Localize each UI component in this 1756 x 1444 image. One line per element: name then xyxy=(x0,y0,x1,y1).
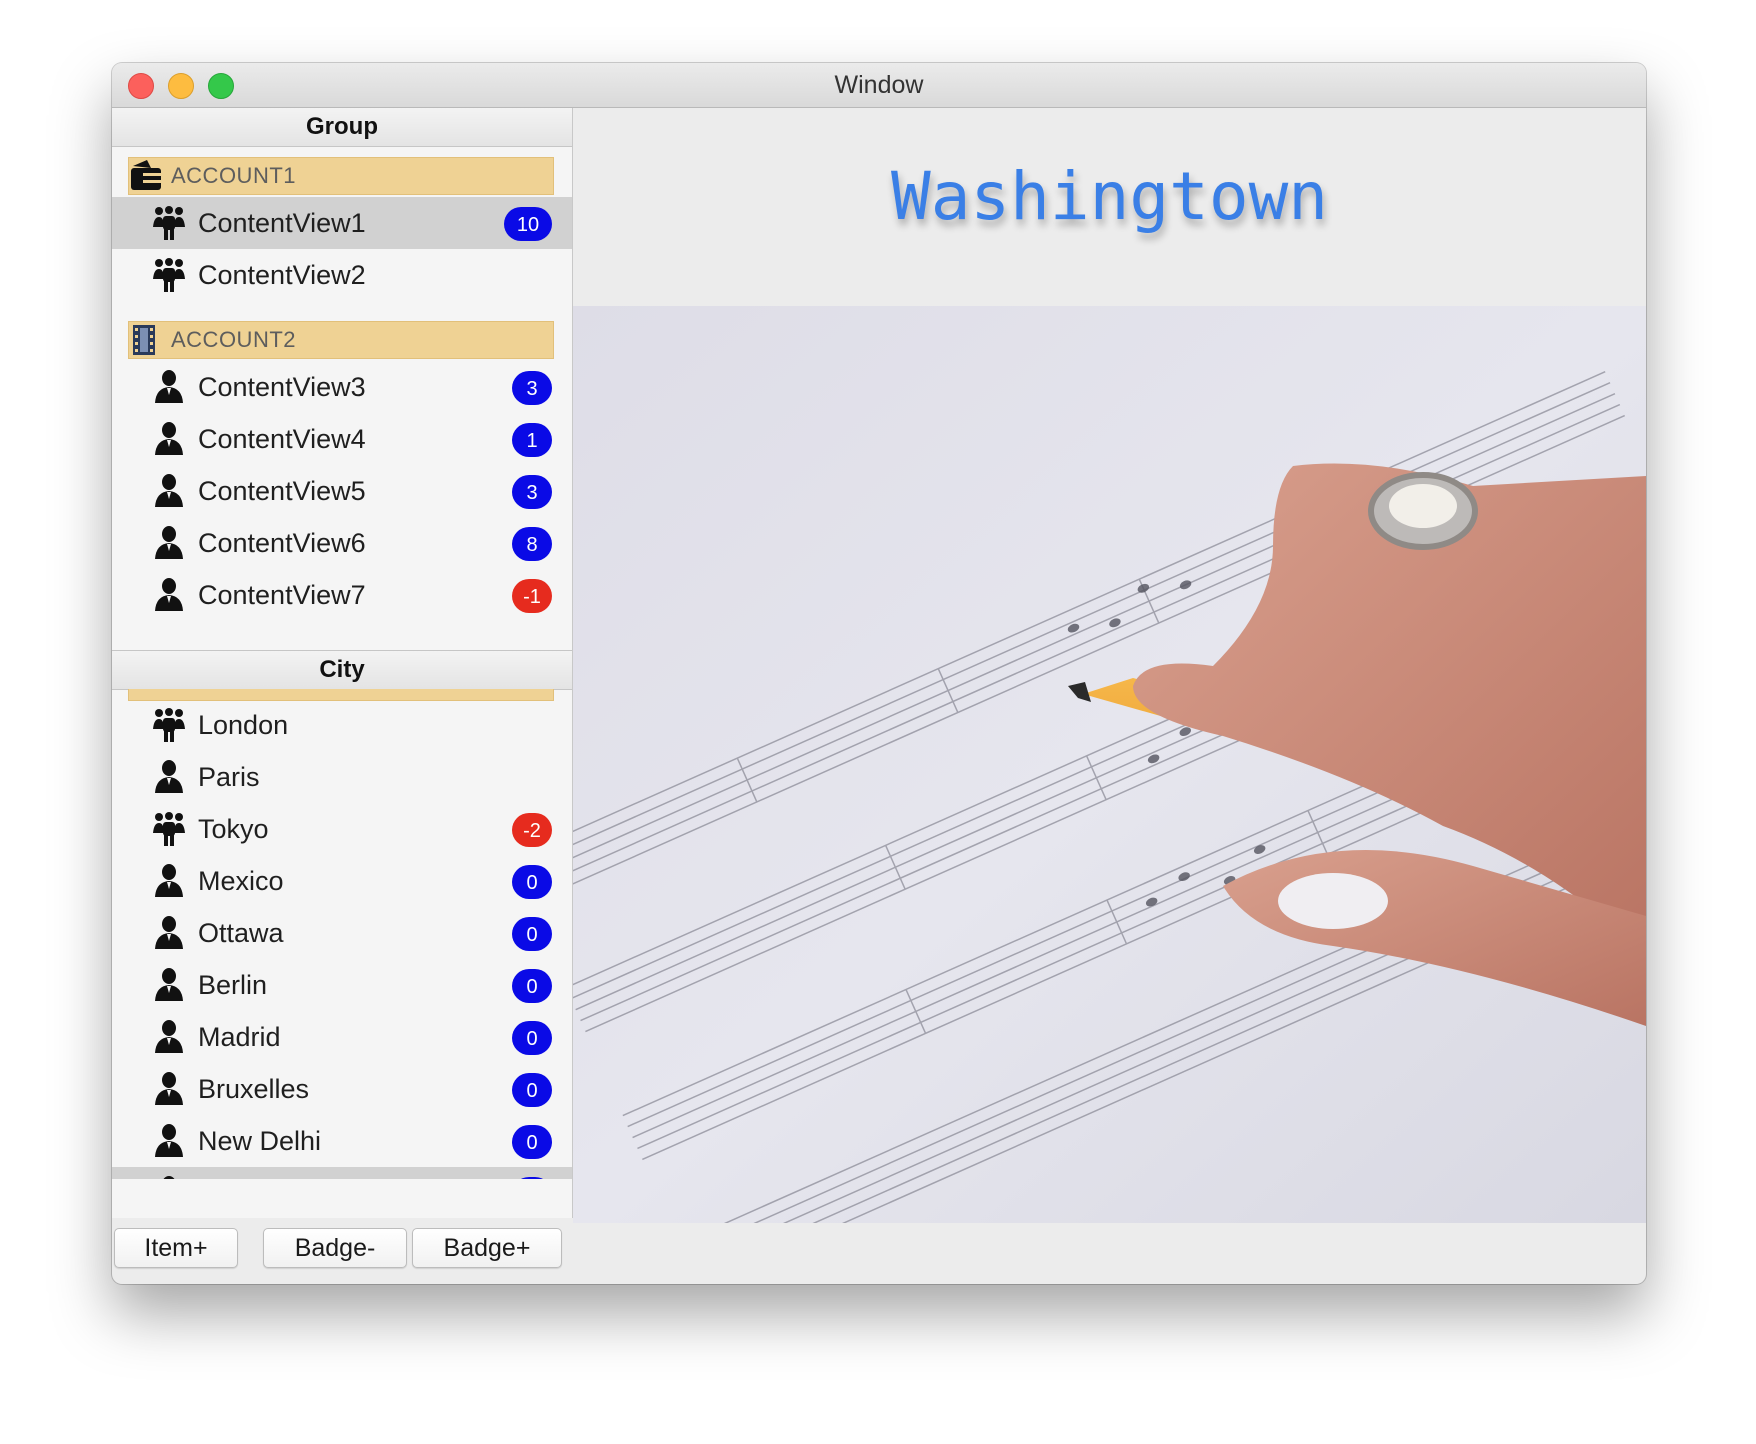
sidebar: Group ACCOUNT1 ContentView1 10 ContentVi… xyxy=(112,108,573,1218)
count-badge: 0 xyxy=(512,1125,552,1159)
item-plus-button[interactable]: Item+ xyxy=(114,1228,238,1268)
item-label: Mexico xyxy=(198,866,284,896)
list-item-washingtown[interactable]: Washingtown 0 xyxy=(112,1167,572,1179)
group-list[interactable]: ACCOUNT1 ContentView1 10 ContentView2 AC… xyxy=(112,147,572,649)
sheet-music-photo xyxy=(573,306,1646,1223)
person-icon xyxy=(155,916,183,949)
item-label: ContentView4 xyxy=(198,424,366,454)
person-icon xyxy=(155,1020,183,1053)
item-label: ContentView6 xyxy=(198,528,366,558)
detail-title: Washingtown xyxy=(890,158,1329,235)
count-badge: 0 xyxy=(512,1021,552,1055)
film-icon xyxy=(133,325,155,355)
count-badge: 0 xyxy=(512,917,552,951)
list-item-contentview3[interactable]: ContentView3 3 xyxy=(112,361,572,413)
item-label: New Delhi xyxy=(198,1126,322,1156)
item-label: ContentView5 xyxy=(198,476,366,506)
list-item-contentview5[interactable]: ContentView5 3 xyxy=(112,465,572,517)
item-label: Ottawa xyxy=(198,918,284,948)
group-icon xyxy=(153,258,185,292)
section-account2[interactable]: ACCOUNT2 xyxy=(128,321,554,359)
count-badge: 8 xyxy=(512,527,552,561)
city-panel-header: City xyxy=(112,650,572,690)
person-icon xyxy=(155,370,183,403)
list-item-contentview6[interactable]: ContentView6 8 xyxy=(112,517,572,569)
item-label: ContentView3 xyxy=(198,372,366,402)
item-label: London xyxy=(198,710,289,740)
count-badge: 0 xyxy=(512,969,552,1003)
title-bar: Window xyxy=(112,63,1646,108)
person-icon xyxy=(155,474,183,507)
group-icon xyxy=(153,206,185,240)
item-label: Tokyo xyxy=(198,814,269,844)
section-title: ACCOUNT1 xyxy=(171,163,297,188)
badge-plus-button[interactable]: Badge+ xyxy=(412,1228,562,1268)
list-item-contentview2[interactable]: ContentView2 xyxy=(112,249,572,301)
list-item-contentview1[interactable]: ContentView1 10 xyxy=(112,197,572,249)
sheet-music-illustration xyxy=(573,306,1646,1223)
list-item-mexico[interactable]: Mexico 0 xyxy=(112,855,572,907)
count-badge: -1 xyxy=(512,579,552,613)
item-label: ContentView7 xyxy=(198,580,366,610)
count-badge: 3 xyxy=(512,475,552,509)
item-label: Washingtown xyxy=(198,1167,359,1179)
list-item-bruxelles[interactable]: Bruxelles 0 xyxy=(112,1063,572,1115)
badge-minus-button[interactable]: Badge- xyxy=(263,1228,407,1268)
list-item-london[interactable]: London xyxy=(112,699,572,751)
person-icon xyxy=(155,1124,183,1157)
person-icon xyxy=(155,526,183,559)
count-badge: 1 xyxy=(512,423,552,457)
item-label: Madrid xyxy=(198,1022,281,1052)
list-item-paris[interactable]: Paris xyxy=(112,751,572,803)
person-icon xyxy=(155,864,183,897)
count-badge: 0 xyxy=(512,865,552,899)
detail-header: Washingtown xyxy=(573,108,1646,306)
list-item-berlin[interactable]: Berlin 0 xyxy=(112,959,572,1011)
button-bar: Item+ Badge- Badge+ xyxy=(112,1220,582,1268)
city-list[interactable]: London Paris Tokyo -2 Mexico 0 Ottawa 0 … xyxy=(112,689,572,1179)
window-title: Window xyxy=(834,71,924,99)
person-icon xyxy=(155,760,183,793)
group-panel-header: Group xyxy=(112,108,572,147)
group-icon xyxy=(153,812,185,846)
item-label: Berlin xyxy=(198,970,268,1000)
person-icon xyxy=(163,1176,175,1179)
wallet-icon xyxy=(131,160,161,190)
item-label: Bruxelles xyxy=(198,1074,310,1104)
list-item-contentview7[interactable]: ContentView7 -1 xyxy=(112,569,572,621)
person-icon xyxy=(155,968,183,1001)
person-icon xyxy=(155,1072,183,1105)
app-window: Window Group ACCOUNT1 ContentView1 10 Co… xyxy=(112,63,1646,1284)
count-badge: 3 xyxy=(512,371,552,405)
person-icon xyxy=(155,578,183,611)
list-item-ottawa[interactable]: Ottawa 0 xyxy=(112,907,572,959)
item-label: ContentView2 xyxy=(198,260,366,290)
count-badge: -2 xyxy=(512,813,552,847)
group-icon xyxy=(153,708,185,742)
section-account1[interactable]: ACCOUNT1 xyxy=(128,157,554,195)
count-badge: 10 xyxy=(504,207,552,241)
item-label: ContentView1 xyxy=(198,208,366,238)
list-item-tokyo[interactable]: Tokyo -2 xyxy=(112,803,572,855)
count-badge: 0 xyxy=(512,1177,552,1179)
list-item-contentview4[interactable]: ContentView4 1 xyxy=(112,413,572,465)
list-item-madrid[interactable]: Madrid 0 xyxy=(112,1011,572,1063)
section-title: ACCOUNT2 xyxy=(171,327,297,352)
person-icon xyxy=(155,422,183,455)
list-item-new-delhi[interactable]: New Delhi 0 xyxy=(112,1115,572,1167)
count-badge: 0 xyxy=(512,1073,552,1107)
item-label: Paris xyxy=(198,762,260,792)
